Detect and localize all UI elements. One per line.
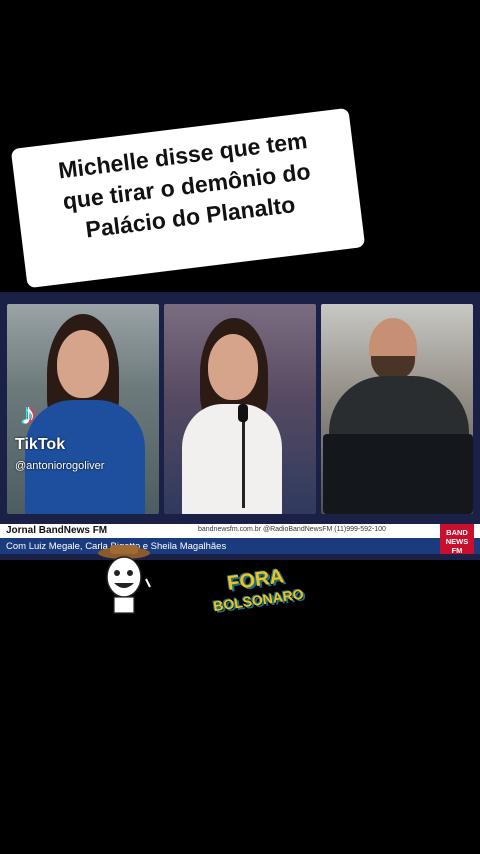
face — [208, 334, 258, 400]
cartoon-guy-sticker — [98, 545, 151, 614]
contact-info: bandnewsfm.com.br @RadioBandNewsFM (11)9… — [198, 526, 386, 533]
host-panel-right — [321, 304, 473, 514]
caption-card: Michelle disse que tem que tirar o demôn… — [10, 107, 366, 289]
ticker-bottom-bar: Com Luiz Megale, Carla Bigatto e Sheila … — [0, 538, 480, 554]
tiktok-username: @antoniorogoliver — [15, 460, 105, 472]
tiktok-icon: ♪ — [21, 398, 36, 431]
white-top — [182, 404, 282, 514]
face — [57, 330, 109, 398]
caption-text: Michelle disse que tem que tirar o demôn… — [12, 120, 361, 254]
ticker-top-bar: Jornal BandNews FM bandnewsfm.com.br @Ra… — [0, 524, 480, 538]
microphone-stand — [242, 408, 245, 508]
host-panel-center — [164, 304, 316, 514]
microphone-icon — [238, 404, 248, 422]
laptop — [323, 434, 473, 514]
host-panel-left: ♪ TikTok @antoniorogoliver — [7, 304, 159, 514]
bandnews-logo: BAND NEWS FM — [440, 524, 474, 555]
show-name: Jornal BandNews FM — [6, 525, 108, 536]
tiktok-watermark: TikTok — [15, 436, 66, 453]
video-frame[interactable]: ♪ TikTok @antoniorogoliver Jornal BandNe… — [0, 292, 480, 560]
fora-bolsonaro-sticker: FORA BOLSONARO — [209, 564, 308, 630]
